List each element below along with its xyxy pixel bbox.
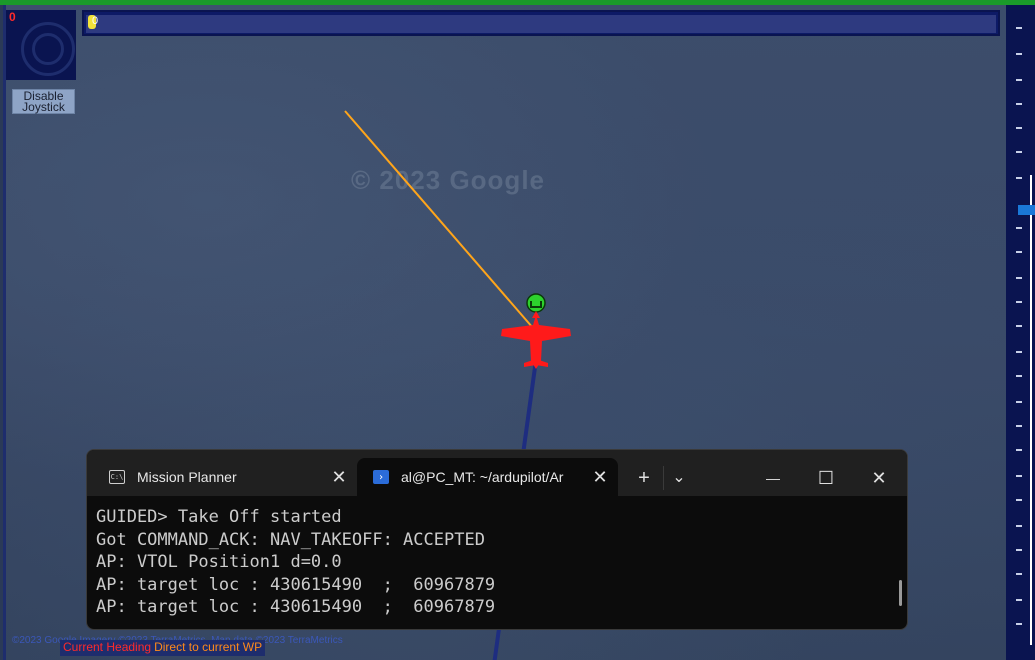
mission-progress-bar[interactable]: 0 [82,10,1000,36]
joystick-widget [6,10,76,80]
scale-tick [1016,177,1022,179]
close-window-button[interactable]: ✕ [867,464,891,492]
terminal-line: AP: target loc : 430615490 ; 60967879 [96,597,496,618]
terminal-tabbar: C:\ Mission Planner ✕ › al@PC_MT: ~/ardu… [87,450,907,496]
tab-mission-planner[interactable]: C:\ Mission Planner ✕ [93,458,357,496]
joystick-count: 0 [9,10,16,24]
altitude-scale [1006,5,1035,660]
terminal-line: AP: VTOL Position1 d=0.0 [96,552,342,573]
current-heading-label: Current Heading [63,640,152,654]
scale-tick [1016,127,1022,129]
scale-tick [1016,425,1022,427]
scale-line [1030,175,1032,645]
waypoint-marker [526,293,546,318]
scale-tick [1016,227,1022,229]
terminal-scrollbar[interactable] [899,580,902,606]
scale-tick [1016,499,1022,501]
terminal-window[interactable]: C:\ Mission Planner ✕ › al@PC_MT: ~/ardu… [86,449,908,630]
close-tab-icon[interactable]: ✕ [582,467,618,488]
scale-tick [1016,623,1022,625]
scale-tick [1016,475,1022,477]
toolbar-separator [663,466,664,490]
heading-line [344,110,534,329]
scale-marker [1018,205,1035,215]
scale-tick [1016,599,1022,601]
progress-track [86,15,996,33]
tab-title: Mission Planner [137,469,237,485]
new-tab-button[interactable]: + [632,464,656,492]
joystick-inner-ring-icon [32,33,64,65]
dropdown-chevron-icon[interactable]: ⌄ [667,464,691,492]
terminal-line: GUIDED> Take Off started [96,507,342,527]
scale-tick [1016,53,1022,55]
scale-tick [1016,151,1022,153]
scale-tick [1016,449,1022,451]
terminal-output[interactable]: GUIDED> Take Off started Got COMMAND_ACK:… [96,506,886,619]
direct-wp-label: Direct to current WP [154,640,263,654]
scale-tick [1016,525,1022,527]
scale-tick [1016,325,1022,327]
progress-label: 0 [92,15,99,27]
powershell-icon: › [373,470,389,484]
tab-title: al@PC_MT: ~/ardupilot/Ar [401,469,564,485]
maximize-button[interactable]: ☐ [814,464,838,492]
terminal-line: AP: target loc : 430615490 ; 60967879 [96,574,496,595]
scale-tick [1016,103,1022,105]
plane-icon [501,315,571,369]
scale-tick [1016,79,1022,81]
scale-tick [1016,277,1022,279]
scale-tick [1016,573,1022,575]
disable-joystick-button[interactable]: Disable Joystick [12,89,75,114]
heading-legend: Current Heading Direct to current WP [60,640,266,656]
scale-tick [1016,351,1022,353]
tab-ardupilot[interactable]: › al@PC_MT: ~/ardupilot/Ar ✕ [357,458,618,496]
scale-tick [1016,549,1022,551]
scale-tick [1016,251,1022,253]
scale-tick [1016,27,1022,29]
close-tab-icon[interactable]: ✕ [321,467,357,488]
minimize-button[interactable]: — [761,464,785,492]
terminal-line: Got COMMAND_ACK: NAV_TAKEOFF: ACCEPTED [96,529,485,550]
cmd-icon: C:\ [109,470,125,484]
scale-tick [1016,301,1022,303]
scale-tick [1016,375,1022,377]
scale-tick [1016,401,1022,403]
